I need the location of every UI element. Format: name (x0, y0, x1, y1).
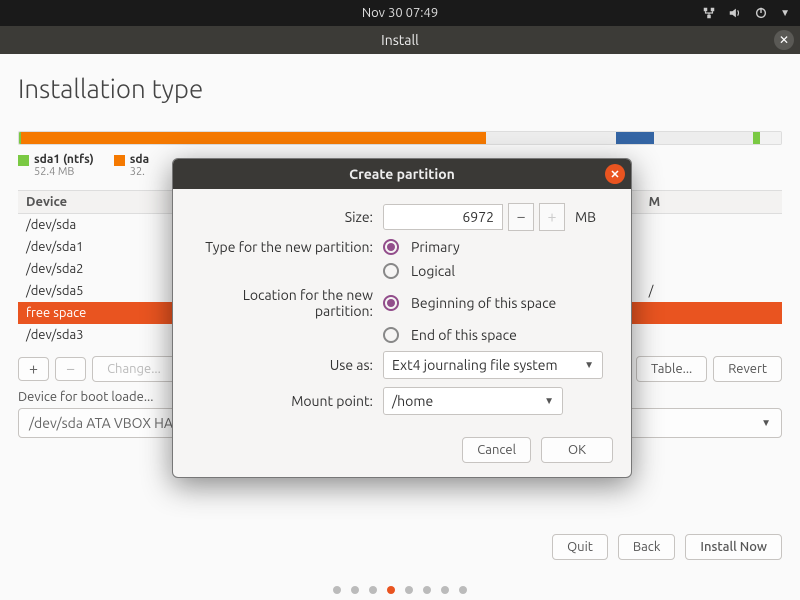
size-increment-button[interactable]: + (539, 203, 565, 231)
radio-logical[interactable] (383, 263, 399, 279)
network-icon[interactable] (702, 6, 716, 20)
mount-point-select[interactable]: /home ▼ (383, 387, 563, 415)
disk-segment (21, 132, 486, 144)
window-close-button[interactable]: ✕ (774, 30, 794, 50)
use-as-value: Ext4 journaling file system (392, 357, 558, 373)
step-pager (0, 586, 800, 594)
size-label: Size: (183, 209, 383, 225)
mount-point-label: Mount point: (183, 393, 383, 409)
clock: Nov 30 07:49 (362, 6, 438, 20)
table-cell (641, 236, 782, 258)
radio-primary-label: Primary (411, 239, 460, 255)
dialog-ok-button[interactable]: OK (541, 437, 613, 463)
disk-segment (486, 132, 616, 144)
legend-sub: 52.4 MB (34, 166, 94, 178)
volume-icon[interactable] (728, 6, 742, 20)
dialog-titlebar: Create partition ✕ (173, 159, 631, 189)
use-as-label: Use as: (183, 357, 383, 373)
chevron-down-icon: ▼ (761, 417, 771, 429)
legend-label: sda (130, 153, 149, 166)
radio-beginning[interactable] (383, 295, 399, 311)
page-heading: Installation type (18, 74, 782, 103)
dialog-cancel-button[interactable]: Cancel (462, 437, 531, 463)
use-as-select[interactable]: Ext4 journaling file system ▼ (383, 351, 603, 379)
remove-partition-button[interactable]: − (55, 357, 86, 381)
chevron-down-icon: ▼ (544, 395, 554, 407)
size-unit: MB (575, 209, 596, 225)
legend-swatch (114, 155, 125, 166)
table-cell (641, 302, 782, 324)
window-titlebar: Install ✕ (0, 26, 800, 54)
radio-beginning-label: Beginning of this space (411, 295, 556, 311)
dialog-title: Create partition (349, 166, 455, 182)
disk-segment (753, 132, 761, 144)
window-title: Install (381, 32, 419, 48)
legend-item: sda32. (114, 153, 149, 178)
disk-segment (616, 132, 654, 144)
disk-usage-bar (18, 131, 782, 145)
mount-point-value: /home (392, 393, 433, 409)
radio-end-label: End of this space (411, 327, 517, 343)
new-partition-table-button[interactable]: Table... (636, 356, 707, 382)
change-partition-button[interactable]: Change... (92, 356, 176, 382)
table-cell (641, 324, 782, 346)
size-decrement-button[interactable]: − (508, 203, 534, 231)
partition-type-label: Type for the new partition: (183, 239, 383, 255)
table-cell (641, 214, 782, 237)
radio-end[interactable] (383, 327, 399, 343)
wizard-buttons: Quit Back Install Now (552, 534, 782, 560)
power-icon[interactable] (754, 6, 768, 20)
location-label: Location for the new partition: (183, 287, 383, 319)
legend-sub: 32. (130, 166, 149, 178)
disk-segment (760, 132, 781, 144)
dialog-close-button[interactable]: ✕ (605, 164, 625, 184)
column-header[interactable]: M (641, 191, 782, 214)
legend-label: sda1 (ntfs) (34, 153, 94, 166)
disk-segment (654, 132, 753, 144)
quit-button[interactable]: Quit (552, 534, 608, 560)
add-partition-button[interactable]: + (18, 357, 49, 381)
chevron-down-icon[interactable]: ▼ (780, 7, 790, 19)
table-cell: / (641, 280, 782, 302)
table-cell (641, 258, 782, 280)
system-top-bar: Nov 30 07:49 ▼ (0, 0, 800, 26)
radio-logical-label: Logical (411, 263, 455, 279)
legend-item: sda1 (ntfs)52.4 MB (18, 153, 94, 178)
size-input[interactable]: 6972 (383, 204, 503, 230)
radio-primary[interactable] (383, 239, 399, 255)
back-button[interactable]: Back (618, 534, 676, 560)
revert-button[interactable]: Revert (713, 356, 782, 382)
create-partition-dialog: Create partition ✕ Size: 6972 − + MB Typ… (172, 158, 632, 478)
install-now-button[interactable]: Install Now (685, 534, 782, 560)
chevron-down-icon: ▼ (584, 359, 594, 371)
legend-swatch (18, 155, 29, 166)
